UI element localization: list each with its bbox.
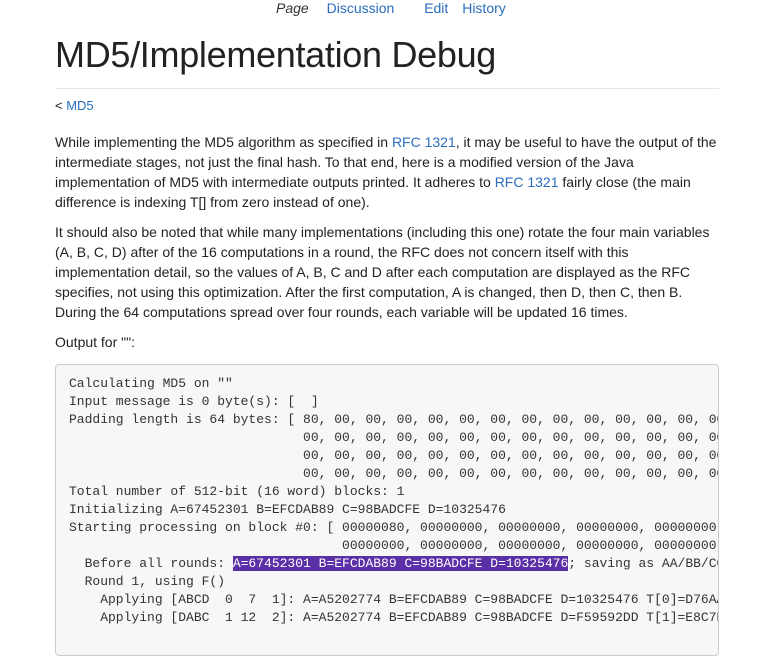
rfc-link[interactable]: RFC 1321: [392, 134, 456, 150]
before-suffix: ; saving as AA/BB/CC/DD: [568, 556, 718, 571]
tab-discussion[interactable]: Discussion: [327, 0, 395, 16]
breadcrumb-prefix: <: [55, 98, 67, 113]
tab-history[interactable]: History: [462, 0, 506, 16]
rotation-paragraph: It should also be noted that while many …: [55, 224, 710, 320]
page-tabs: Page Discussion Edit History: [276, 0, 506, 16]
rfc-link[interactable]: RFC 1321: [495, 174, 559, 190]
text: While implementing the MD5 algorithm as …: [55, 134, 392, 150]
breadcrumb: < MD5: [55, 98, 719, 113]
selected-text[interactable]: A=67452301 B=EFCDAB89 C=98BADCFE D=10325…: [232, 556, 569, 571]
output-lines: Calculating MD5 on "" Input message is 0…: [69, 376, 719, 553]
output-lines-round1: Round 1, using F() Applying [ABCD 0 7 1]…: [84, 574, 718, 625]
output-label: Output for "":: [55, 334, 135, 350]
debug-output: Calculating MD5 on "" Input message is 0…: [55, 364, 719, 656]
tab-edit[interactable]: Edit: [424, 0, 448, 16]
before-prefix: Before all rounds:: [69, 556, 233, 571]
content: MD5/Implementation Debug < MD5 While imp…: [55, 34, 719, 656]
page-title: MD5/Implementation Debug: [55, 34, 719, 89]
breadcrumb-link-md5[interactable]: MD5: [66, 98, 93, 113]
tab-page[interactable]: Page: [276, 0, 309, 16]
intro-paragraph: While implementing the MD5 algorithm as …: [55, 132, 719, 212]
